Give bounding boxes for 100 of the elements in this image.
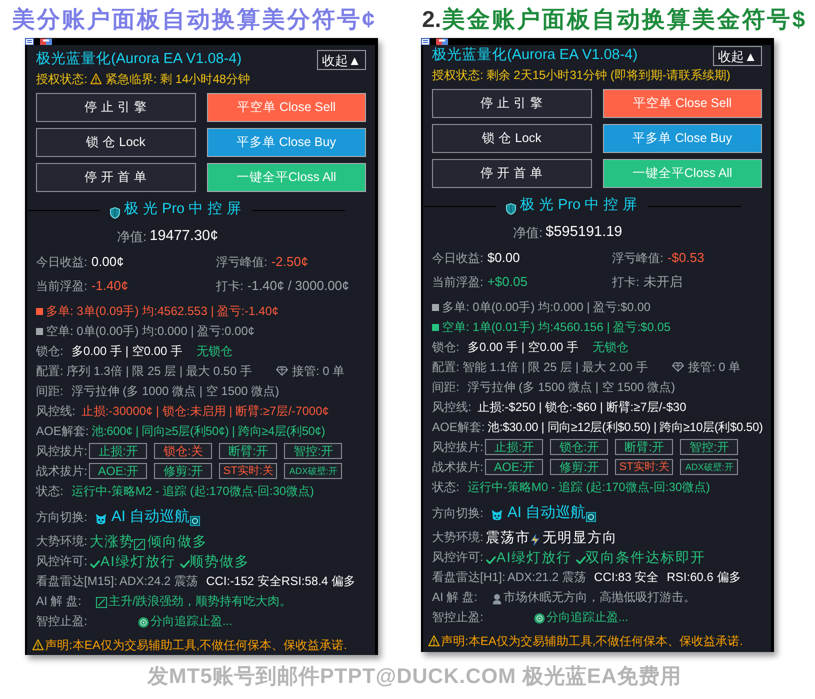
row-label: AOE解套: [432,419,485,436]
page-heading: 美分账户面板自动换算美分符号¢ [12,4,377,34]
warning-icon [428,635,440,647]
permission-text: AI绿灯放行 [496,548,572,566]
takeover-count: 接管: 0 单 [688,359,741,376]
row-label: 当前浮盈: [432,274,484,291]
toggle-button[interactable]: ADX破壁:开 [680,459,738,475]
row-label: 今日收益: [36,254,88,271]
radar-reading: CCI:-152 安全RSI:58.4 偏多 [206,573,356,590]
radar-reading: CCI:83 安全 [594,569,659,586]
equity-value: 19477.30¢ [150,227,218,246]
permission-text: 顺势做多 [190,552,250,570]
check-icon [576,556,586,564]
stat-value: -$0.53 [667,249,704,268]
radar-reading: ADX:21.2 震荡 [507,569,586,586]
row-label: 风控许可: [432,549,484,566]
row-label: AOE解套: [36,423,89,440]
row-label: 当前浮盈: [36,278,88,295]
toggle-button[interactable]: 智控:开 [284,443,342,459]
check-icon [180,560,190,568]
risk-line-value: 止损:-30000¢ | 锁仓:未启用 | 断臂:≥7层/-7000¢ [81,403,329,420]
pause-first-order-button[interactable]: 停 开 首 单 [432,159,592,188]
row-label: 风控拔片: [36,443,88,460]
trend-state: 大涨势 [89,532,134,550]
target-icon [138,617,150,628]
list-icon [421,38,430,45]
lock-button[interactable]: 锁 仓 Lock [432,124,592,153]
toggle-button[interactable]: 锁仓:开 [550,439,608,455]
row-label: 浮亏峰值: [216,254,268,271]
ai-reading-text: 市场休眠无方向，高抛低吸打游击。 [503,589,696,606]
toggle-button[interactable]: 断臂:开 [615,439,674,455]
row-label: AI 解 盘: [432,589,478,606]
auth-status-text: 剩余 2天15小时31分钟 (即将到期-请联系续期) [486,66,730,84]
pause-first-order-button[interactable]: 停 开 首 单 [36,163,196,192]
lock-status: 无锁仓 [196,343,233,360]
toggle-button[interactable]: 断臂:开 [219,443,278,459]
toggle-button[interactable]: AOE:开 [89,463,148,479]
status-value: 运行中-策略M0 - 追踪 (起:170微点-回:30微点) [467,479,710,496]
caption-text: 发MT5账号到邮件PTPT@DUCK.COM 极光蓝EA免费用 [147,664,682,690]
disclaimer-text: 声明:本EA仅为交易辅助工具,不做任何保本、保收益承诺. [45,637,348,654]
cat-face-icon [491,509,504,521]
stat-value: 未开启 [643,273,682,292]
toggle-button[interactable]: ST实时:关 [219,463,278,479]
row-label: 浮亏峰值: [612,250,664,267]
toggle-button[interactable]: ADX破壁:开 [284,463,342,479]
cat-face-icon [95,513,108,525]
row-label: 风控拔片: [432,439,484,456]
section-title: 极 光 Pro 中 控 屏 [520,196,638,216]
permission-text: 双向条件达标即开 [586,548,706,566]
row-label: 方向切换: [36,509,88,526]
target-icon [534,613,546,624]
warning-icon [32,639,44,651]
equity-label: 净值: [513,224,543,242]
stat-value: -1.40¢ [91,277,128,296]
row-label: 锁仓: [36,343,64,360]
stat-value: 0.00¢ [91,253,124,272]
takeover-count: 接管: 0 单 [292,363,345,380]
stop-engine-button[interactable]: 停 止 引 擎 [432,89,592,118]
row-label: 智控止盈: [432,609,484,626]
row-label: 大势环境: [36,533,88,550]
stop-engine-button[interactable]: 停 止 引 擎 [36,93,196,122]
take-profit-text: 分向追踪止盈... [150,613,232,630]
auth-status-label: 授权状态: [432,66,484,84]
toggle-button[interactable]: 修剪:开 [550,459,608,475]
row-label: 大势环境: [432,529,484,546]
toggle-button[interactable]: 止损:开 [89,443,148,459]
check-icon [90,560,100,568]
toggle-button[interactable]: 止损:开 [485,439,544,455]
toggle-button[interactable]: 智控:开 [680,439,738,455]
gem-icon [672,362,684,372]
row-label: 智控止盈: [36,613,88,630]
toggle-button[interactable]: 锁仓:关 [154,443,212,459]
permission-text: AI绿灯放行 [100,552,176,570]
disclaimer-text: 声明:本EA仅为交易辅助工具,不做任何保本、保收益承诺. [441,633,744,650]
row-label: 看盘雷达[H1]: [432,569,506,586]
gem-icon [276,366,288,376]
take-profit-text: 分向追踪止盈... [546,609,628,626]
document-icon [436,38,448,45]
page-heading: 美金账户面板自动换算美金符号$ [442,4,807,34]
row-label: 打卡: [612,274,640,291]
row-label: 锁仓: [432,339,460,356]
radar-reading: ADX:24.2 震荡 [119,573,198,590]
row-label: 配置: [432,359,460,376]
stat-value: +$0.05 [487,273,528,292]
trend-bias: 倾向做多 [147,532,208,550]
collapse-button[interactable]: 收起▲ [317,50,366,70]
row-label: 看盘雷达[M15]: [36,573,118,590]
toggle-button[interactable]: 修剪:开 [154,463,212,479]
toggle-button[interactable]: ST实时:关 [615,459,674,475]
square-target-icon [586,512,596,522]
toggle-button[interactable]: AOE:开 [485,459,544,475]
lock-button[interactable]: 锁 仓 Lock [36,128,196,157]
status-value: 运行中-策略M2 - 追踪 (起:170微点-回:30微点) [71,483,314,500]
spacing-value: 浮亏拉伸 (多 1500 微点 | 空 1500 微点) [467,379,676,396]
direction-mode: AI 自动巡航 [507,502,586,523]
trend-bias: 无明显方向 [542,528,618,546]
lock-status: 无锁仓 [592,339,629,356]
collapse-button[interactable]: 收起▲ [713,46,762,66]
row-label: 间距: [432,379,460,396]
direction-mode: AI 自动巡航 [111,506,190,527]
